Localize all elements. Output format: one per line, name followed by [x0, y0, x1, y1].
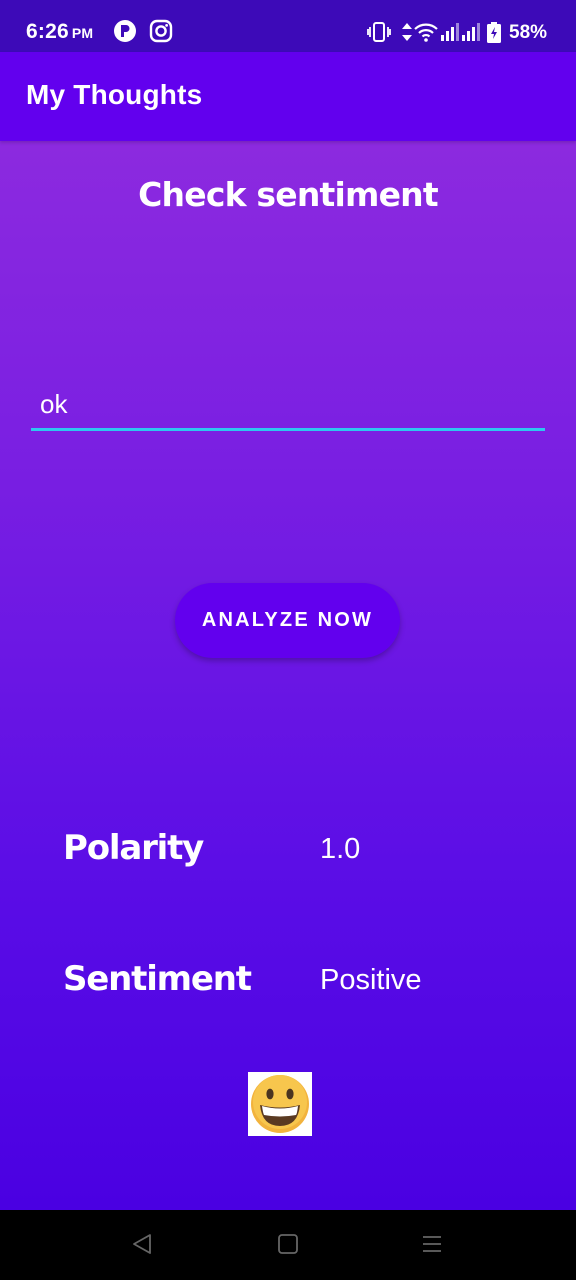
vibrate-icon: [367, 22, 391, 47]
notification-p-icon: [113, 19, 137, 48]
battery-charging-icon: [487, 22, 501, 48]
polarity-value: 1.0: [320, 833, 361, 865]
menu-icon[interactable]: [420, 1232, 444, 1261]
wifi-icon: [414, 22, 438, 47]
sentiment-value: Positive: [320, 964, 422, 996]
app-bar: My Thoughts: [0, 52, 576, 141]
signal-icon: [461, 22, 481, 47]
app-screen: 6:26 PM 58% My Thoughts Check sentiment …: [0, 0, 576, 1280]
instagram-icon: [149, 19, 173, 48]
thought-input-value[interactable]: ok: [40, 389, 67, 420]
status-bar: 6:26 PM 58%: [0, 0, 576, 52]
main-content: Check sentiment ok ANALYZE NOW Polarity …: [0, 141, 576, 1210]
status-time-value: 6:26: [26, 20, 69, 43]
page-heading: Check sentiment: [138, 175, 439, 214]
data-arrows-icon: [401, 22, 413, 47]
thought-input-field[interactable]: ok: [31, 383, 545, 431]
app-title: My Thoughts: [26, 79, 203, 110]
smiling-face-icon: [251, 1075, 309, 1133]
sentiment-label: Sentiment: [63, 959, 252, 999]
battery-percentage: 58%: [509, 22, 548, 43]
home-icon[interactable]: [276, 1232, 300, 1261]
polarity-label: Polarity: [63, 828, 204, 868]
navigation-bar: [0, 1210, 576, 1280]
back-icon[interactable]: [130, 1232, 154, 1261]
status-ampm: PM: [71, 25, 94, 41]
sentiment-emoji: [248, 1072, 312, 1136]
signal-icon: [440, 22, 460, 47]
status-time: 6:26 PM: [26, 20, 93, 44]
analyze-now-button[interactable]: ANALYZE NOW: [175, 583, 400, 658]
